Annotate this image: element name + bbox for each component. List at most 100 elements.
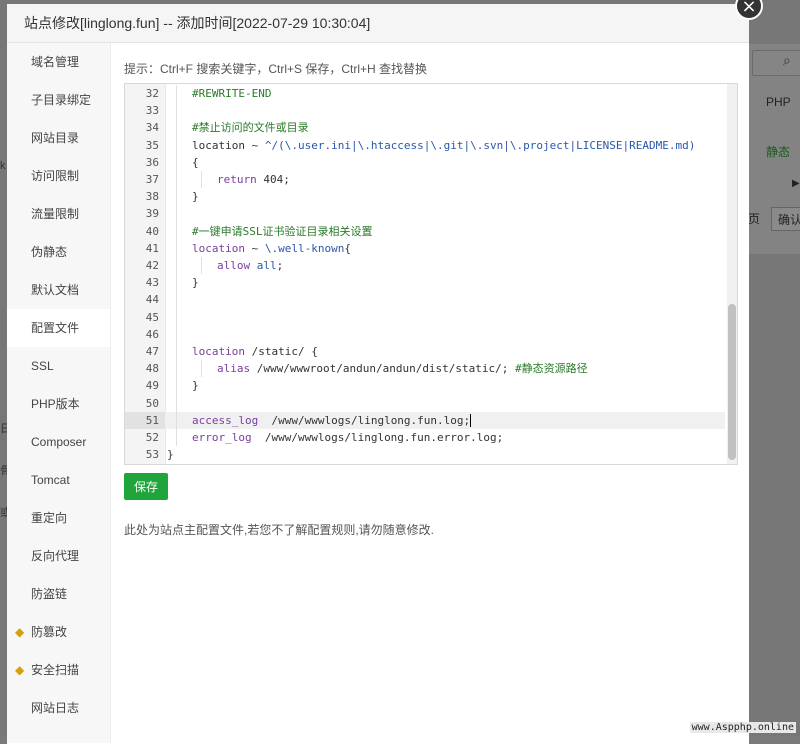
code-token: { <box>192 155 199 169</box>
line-number: 46 <box>145 327 159 341</box>
indent-guide <box>176 222 177 240</box>
line-number: 37 <box>145 173 159 186</box>
sidebar-item-label: 重定向 <box>31 511 68 525</box>
code-token: return <box>217 173 264 186</box>
sidebar-item-label: 访问限制 <box>31 169 80 183</box>
code-line[interactable]: 52 error_log /www/wwwlogs/linglong.fun.er… <box>125 429 725 446</box>
code-line[interactable]: 38} <box>125 188 725 205</box>
code-line[interactable]: 43} <box>125 274 725 291</box>
sidebar-item[interactable]: SSL <box>7 347 110 385</box>
code-line[interactable]: 41 location ~ \.well-known{ <box>125 240 725 257</box>
sidebar-item[interactable]: 重定向 <box>7 499 110 537</box>
indent-guide <box>176 153 177 171</box>
background-static-label: 静态 <box>766 145 791 159</box>
code-line[interactable]: 47 location /static/ { <box>125 343 725 360</box>
code-token: #静态资源路径 <box>515 362 588 376</box>
sidebar-item[interactable]: Composer <box>7 423 110 461</box>
code-line[interactable]: 34 #禁止访问的文件或目录 <box>125 119 725 136</box>
line-number: 34 <box>145 121 159 135</box>
background-text-fragment: k <box>0 160 6 172</box>
code-editor[interactable]: 32 #REWRITE-END 33 34 #禁止访问的文件或目录 35 location … <box>124 83 738 465</box>
sidebar-item-label: SSL <box>31 359 54 373</box>
code-token: /www/wwwroot/andun/andun/dist/static/; <box>256 362 516 376</box>
code-line[interactable]: 32 #REWRITE-END <box>125 85 725 102</box>
line-number: 50 <box>145 396 159 410</box>
sidebar-item[interactable]: 配置文件 <box>7 309 110 347</box>
code-line[interactable]: 33 <box>125 102 725 119</box>
line-number: 40 <box>145 224 159 238</box>
sidebar-item[interactable]: 网站日志 <box>7 689 110 727</box>
code-line[interactable]: 46 <box>125 326 725 343</box>
sidebar-item[interactable]: PHP版本 <box>7 385 110 423</box>
code-token: location ~ <box>192 138 265 152</box>
sidebar-item[interactable]: 防盗链 <box>7 575 110 613</box>
code-line[interactable]: 44 <box>125 291 725 308</box>
indent-guide <box>201 171 202 189</box>
code-token: ^/(\.user.ini|\.htaccess|\.git|\.svn|\.p… <box>264 138 696 152</box>
sidebar-item-label: 反向代理 <box>31 549 80 563</box>
line-number: 33 <box>145 104 159 118</box>
line-number: 52 <box>145 431 159 444</box>
code-text: } <box>165 377 199 394</box>
indent-guide <box>176 171 177 189</box>
code-text: #禁止访问的文件或目录 <box>165 119 309 136</box>
indent-guide <box>176 429 177 447</box>
indent-guide <box>176 291 177 309</box>
code-token: access_log <box>192 413 265 427</box>
indent-guide <box>176 394 177 412</box>
code-line[interactable]: 53} <box>125 446 725 463</box>
sidebar-item[interactable]: 域名管理 <box>7 43 110 81</box>
line-number: 45 <box>145 310 159 324</box>
code-line[interactable]: 45 <box>125 309 725 326</box>
sidebar-item[interactable]: ◆ 防篡改 <box>7 613 110 651</box>
code-line[interactable]: 37 return 404; <box>125 171 725 188</box>
search-icon: ⌕ <box>783 53 791 69</box>
indent-guide <box>176 205 177 223</box>
code-line[interactable]: 36 { <box>125 154 725 171</box>
sidebar-item[interactable]: 默认文档 <box>7 271 110 309</box>
background-search-box <box>752 50 800 76</box>
line-number: 53 <box>145 448 159 462</box>
code-text: alias /www/wwwroot/andun/andun/dist/stat… <box>165 360 588 377</box>
sidebar-item-label: 网站目录 <box>31 131 80 145</box>
editor-scrollbar[interactable] <box>727 84 737 464</box>
code-text: } <box>165 274 199 291</box>
sidebar-item-label: 默认文档 <box>31 283 80 297</box>
line-number: 44 <box>145 293 159 307</box>
line-number: 47 <box>145 345 159 358</box>
shortcut-tip: 提示：Ctrl+F 搜索关键字，Ctrl+S 保存，Ctrl+H 查找替换 <box>124 62 428 76</box>
code-token: ; <box>276 259 284 272</box>
sidebar-item-label: Composer <box>31 435 87 449</box>
code-line[interactable]: 35 location ~ ^/(\.user.ini|\.htaccess|\.… <box>125 137 725 154</box>
code-line[interactable]: 50 <box>125 395 725 412</box>
code-token: \.well-known <box>264 241 345 255</box>
code-line[interactable]: 39 <box>125 205 725 222</box>
sidebar-item-label: 安全扫描 <box>31 663 80 677</box>
sidebar-item[interactable]: 伪静态 <box>7 233 110 271</box>
indent-guide <box>176 136 177 154</box>
background-confirm-button: 确认 <box>771 207 800 231</box>
scrollbar-thumb[interactable] <box>728 304 736 460</box>
sidebar-item[interactable]: 流量限制 <box>7 195 110 233</box>
code-text: location ~ ^/(\.user.ini|\.htaccess|\.gi… <box>165 137 695 154</box>
sidebar-item[interactable]: 访问限制 <box>7 157 110 195</box>
save-button[interactable]: 保存 <box>124 473 168 500</box>
code-line[interactable]: 42 allow all; <box>125 257 725 274</box>
indent-guide <box>176 239 177 257</box>
sidebar-item[interactable]: 反向代理 <box>7 537 110 575</box>
code-line[interactable]: 48 alias /www/wwwroot/andun/andun/dist/st… <box>125 360 725 377</box>
code-token: } <box>167 448 174 462</box>
code-token: { <box>344 241 351 255</box>
sidebar-item-label: 子目录绑定 <box>31 93 92 107</box>
line-number: 43 <box>145 276 159 290</box>
indent-guide <box>176 188 177 206</box>
code-line[interactable]: 40 #一键申请SSL证书验证目录相关设置 <box>125 223 725 240</box>
indent-guide <box>176 308 177 326</box>
sidebar-item[interactable]: 子目录绑定 <box>7 81 110 119</box>
code-token: } <box>192 190 199 204</box>
code-line[interactable]: 51 access_log /www/wwwlogs/linglong.fun.l… <box>125 411 725 429</box>
sidebar-item[interactable]: ◆ 安全扫描 <box>7 651 110 689</box>
code-line[interactable]: 49} <box>125 377 725 394</box>
sidebar-item[interactable]: Tomcat <box>7 461 110 499</box>
sidebar-item[interactable]: 网站目录 <box>7 119 110 157</box>
